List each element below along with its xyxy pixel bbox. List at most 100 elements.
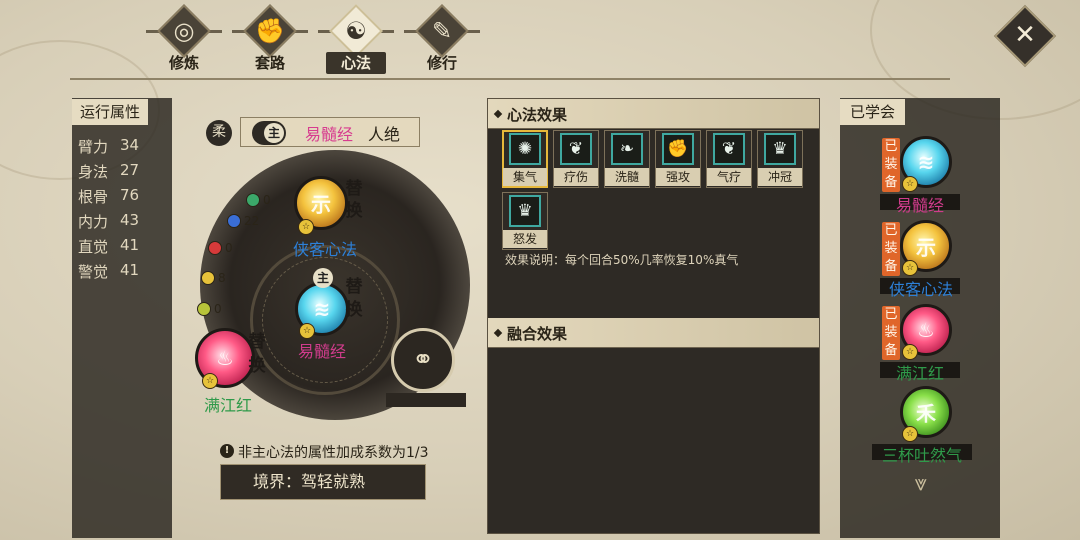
attribute-name: 警觉: [78, 263, 109, 281]
stat-value: 0: [214, 302, 222, 316]
xiake-method-icon: 示: [311, 192, 331, 217]
main-method-rank: 人绝: [368, 125, 401, 144]
skill-label: 集气: [503, 168, 547, 186]
scroll-down-icon[interactable]: ⩔: [906, 473, 936, 495]
rank-badge-icon: ☆: [299, 323, 315, 339]
yisui-method-icon: ≋: [917, 150, 935, 174]
skill-label: 洗髓: [605, 168, 649, 186]
stat-icon-olive: [197, 302, 211, 316]
skill-label: 强攻: [656, 168, 700, 186]
skill-icon: ❧: [611, 133, 643, 165]
learned-item-manjiang[interactable]: 已装备 ♨ ☆ 满江红: [880, 302, 970, 383]
attributes-title: 运行属性: [72, 99, 149, 125]
stat-icon-yellow: [201, 271, 215, 285]
learned-item-yisui[interactable]: 已装备 ≋ ☆ 易髓经: [880, 134, 970, 215]
lock-seal-button[interactable]: ⚭: [391, 328, 455, 392]
attribute-name: 身法: [78, 163, 109, 181]
learned-item-label: 侠客心法: [888, 280, 953, 299]
swap-label[interactable]: 替: [343, 178, 365, 200]
tab-label: 心法: [326, 52, 386, 74]
xiake-method-label: 侠客心法: [292, 240, 357, 259]
mind-method-icon: ☯: [345, 17, 367, 45]
scroll-icon: ✎: [431, 17, 453, 45]
core-main-badge: 主: [313, 268, 333, 288]
attribute-row: 内力 43: [78, 211, 139, 232]
skill-qianggong[interactable]: ✊ 强攻: [655, 130, 701, 188]
attribute-row: 臂力 34: [78, 136, 139, 157]
seal-strip: [386, 393, 466, 407]
tab-cultivate[interactable]: ◎ 修炼: [144, 4, 224, 76]
attribute-row: 警觉 41: [78, 261, 139, 282]
sanbei-method-icon: 禾: [916, 401, 936, 426]
effect-description: 效果说明：每个回合50%几率恢复10%真气: [505, 253, 739, 267]
tab-label: 修炼: [168, 54, 199, 72]
stat-value: 22: [244, 214, 260, 228]
yisui-method-label: 易髓经: [297, 342, 346, 361]
top-divider: [70, 78, 950, 80]
attribute-value: 43: [120, 211, 140, 229]
stat-value: 0: [263, 193, 271, 207]
attribute-row: 根骨 76: [78, 186, 139, 207]
skill-label: 冲冠: [758, 168, 802, 186]
skill-nufa[interactable]: ♛ 怒发: [502, 192, 548, 250]
learned-item-sanbei[interactable]: 禾 ☆ 三杯吐然气: [872, 384, 972, 465]
tab-label: 套路: [254, 54, 285, 72]
rank-badge-icon: ☆: [202, 373, 218, 389]
attribute-name: 内力: [78, 213, 109, 231]
yisui-method-icon: ≋: [313, 297, 331, 321]
coefficient-note: 非主心法的属性加成系数为1/3: [238, 445, 429, 461]
effects-title: 心法效果: [507, 106, 568, 124]
attribute-value: 41: [120, 236, 140, 254]
equipped-badge: 已装备: [882, 306, 900, 360]
rank-badge-icon: ☆: [902, 176, 918, 192]
skill-xisui[interactable]: ❧ 洗髓: [604, 130, 650, 188]
swap-label[interactable]: 换: [246, 355, 268, 377]
learned-item-label: 易髓经: [895, 196, 944, 215]
skill-jiqi[interactable]: ✺ 集气: [502, 130, 548, 188]
attribute-value: 27: [120, 161, 140, 179]
learned-item-label: 满江红: [895, 364, 944, 383]
skill-icon: ✊: [662, 133, 694, 165]
skill-icon: ✺: [509, 133, 541, 165]
skill-label: 怒发: [503, 230, 547, 248]
main-badge: 主: [264, 123, 284, 143]
attribute-row: 直觉 41: [78, 236, 139, 257]
equipped-badge: 已装备: [882, 138, 900, 192]
learned-item-xiake[interactable]: 已装备 示 ☆ 侠客心法: [880, 218, 970, 299]
skill-liaoshang[interactable]: ❦ 疗伤: [553, 130, 599, 188]
flame-icon: ♨: [216, 346, 234, 370]
skill-qiliao[interactable]: ❦ 气疗: [706, 130, 752, 188]
stat-icon-blue: [227, 214, 241, 228]
swap-label[interactable]: 换: [343, 299, 365, 321]
lock-icon: ⚭: [412, 345, 434, 375]
attribute-value: 41: [120, 261, 140, 279]
stat-icon-red: [208, 241, 222, 255]
skill-chongguan[interactable]: ♛ 冲冠: [757, 130, 803, 188]
swap-label[interactable]: 替: [343, 276, 365, 298]
tab-practice[interactable]: ✎ 修行: [402, 4, 482, 76]
swap-label[interactable]: 换: [343, 200, 365, 222]
attribute-value: 76: [120, 186, 140, 204]
rank-badge-icon: ☆: [902, 426, 918, 442]
stat-icon-green: [246, 193, 260, 207]
stat-value: 8: [218, 271, 226, 285]
cultivate-icon: ◎: [173, 17, 195, 45]
fusion-title: 融合效果: [507, 325, 568, 343]
tab-routine[interactable]: ✊ 套路: [230, 4, 310, 76]
rank-badge-icon: ☆: [298, 219, 314, 235]
rank-badge-icon: ☆: [902, 344, 918, 360]
skill-icon: ♛: [764, 133, 796, 165]
skill-icon: ♛: [509, 195, 541, 227]
equipped-badge: 已装备: [882, 222, 900, 276]
attribute-value: 34: [120, 136, 140, 154]
main-method-name: 易髓经: [305, 125, 354, 144]
stat-value: 0: [225, 241, 233, 255]
attribute-name: 臂力: [78, 138, 109, 156]
soft-type-badge: 柔: [206, 120, 232, 146]
attribute-row: 身法 27: [78, 161, 139, 182]
attribute-name: 根骨: [78, 188, 109, 206]
learned-item-label: 三杯吐然气: [881, 446, 962, 465]
tab-mind-method[interactable]: ☯ 心法: [316, 4, 396, 76]
swap-label[interactable]: 替: [246, 331, 268, 353]
skill-label: 气疗: [707, 168, 751, 186]
